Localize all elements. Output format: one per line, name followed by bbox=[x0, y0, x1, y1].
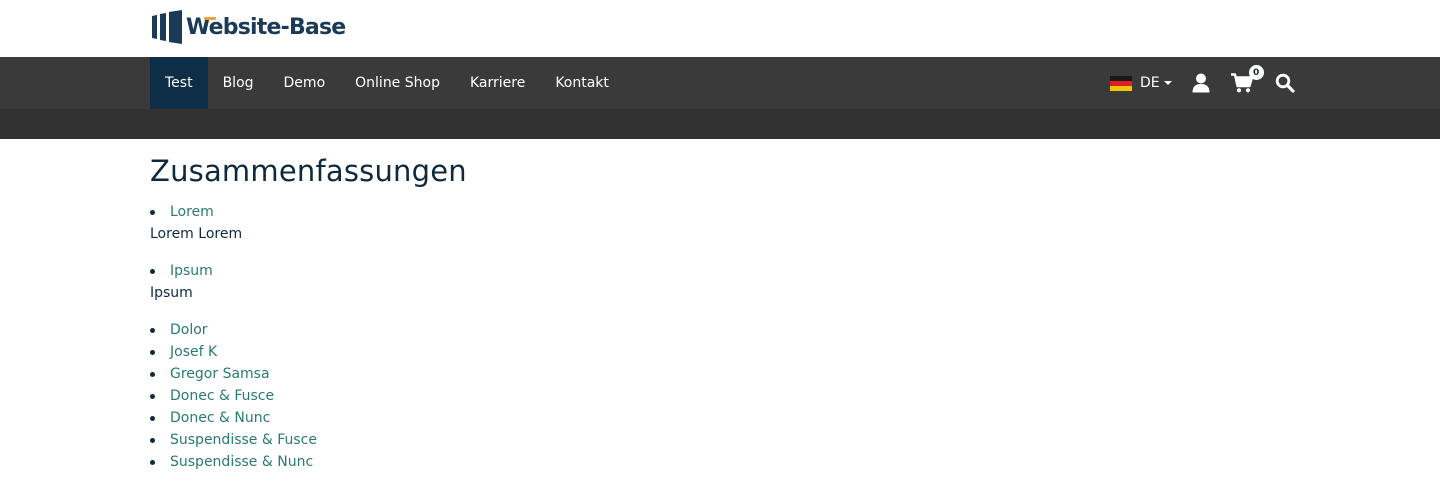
main-content: Zusammenfassungen Lorem Lorem Lorem Ipsu… bbox=[150, 155, 1290, 477]
list-item: Donec & Fusce bbox=[150, 389, 1290, 411]
link-gregor-samsa[interactable]: Gregor Samsa bbox=[170, 366, 270, 382]
page-title: Zusammenfassungen bbox=[150, 154, 467, 188]
link-donec-nunc[interactable]: Donec & Nunc bbox=[170, 410, 270, 426]
logo-text: Website-Base bbox=[186, 15, 346, 40]
cart-count-badge: 0 bbox=[1248, 65, 1264, 80]
site-header: Website-Base bbox=[0, 0, 1440, 57]
list-item: Suspendisse & Fusce bbox=[150, 433, 1290, 455]
link-ipsum[interactable]: Ipsum bbox=[170, 263, 213, 279]
summary-text-ipsum: Ipsum bbox=[150, 285, 193, 301]
summary-list-ipsum: Ipsum bbox=[150, 264, 1290, 286]
link-suspendisse-fusce[interactable]: Suspendisse & Fusce bbox=[170, 432, 317, 448]
language-label: DE bbox=[1140, 75, 1160, 91]
link-suspendisse-nunc[interactable]: Suspendisse & Nunc bbox=[170, 454, 313, 470]
list-item: Suspendisse & Nunc bbox=[150, 455, 1290, 477]
germany-flag-icon bbox=[1110, 75, 1132, 91]
list-item: Gregor Samsa bbox=[150, 367, 1290, 389]
summary-list-more: Dolor Josef K Gregor Samsa Donec & Fusce… bbox=[150, 323, 1290, 477]
nav-item-online-shop[interactable]: Online Shop bbox=[340, 57, 455, 109]
list-item: Ipsum bbox=[150, 264, 1290, 286]
link-dolor[interactable]: Dolor bbox=[170, 322, 208, 338]
link-lorem[interactable]: Lorem bbox=[170, 204, 214, 220]
nav-actions: DE 0 bbox=[1110, 57, 1295, 109]
nav-item-blog[interactable]: Blog bbox=[208, 57, 269, 109]
summary-text-lorem: Lorem Lorem bbox=[150, 226, 243, 242]
nav-menu: Test Blog Demo Online Shop Karriere Kont… bbox=[150, 57, 624, 109]
link-donec-fusce[interactable]: Donec & Fusce bbox=[170, 388, 274, 404]
search-icon bbox=[1275, 73, 1295, 93]
nav-item-demo[interactable]: Demo bbox=[269, 57, 341, 109]
list-item: Donec & Nunc bbox=[150, 411, 1290, 433]
link-josef-k[interactable]: Josef K bbox=[170, 344, 217, 360]
list-item: Josef K bbox=[150, 345, 1290, 367]
list-item: Dolor bbox=[150, 323, 1290, 345]
nav-item-test[interactable]: Test bbox=[150, 57, 208, 109]
nav-item-karriere[interactable]: Karriere bbox=[455, 57, 540, 109]
site-logo[interactable]: Website-Base bbox=[151, 10, 346, 44]
nav-item-kontakt[interactable]: Kontakt bbox=[540, 57, 624, 109]
list-item: Lorem bbox=[150, 205, 1290, 227]
account-button[interactable] bbox=[1192, 73, 1210, 93]
logo-accent bbox=[204, 16, 216, 20]
summary-list-lorem: Lorem bbox=[150, 205, 1290, 227]
search-button[interactable] bbox=[1275, 73, 1295, 93]
user-icon bbox=[1192, 73, 1210, 93]
sub-navbar bbox=[0, 109, 1440, 139]
cart-button[interactable]: 0 bbox=[1230, 65, 1264, 93]
main-navbar: Test Blog Demo Online Shop Karriere Kont… bbox=[0, 57, 1440, 109]
caret-down-icon bbox=[1163, 81, 1172, 85]
logo-mark-icon bbox=[152, 10, 182, 44]
language-switcher[interactable]: DE bbox=[1110, 75, 1172, 91]
